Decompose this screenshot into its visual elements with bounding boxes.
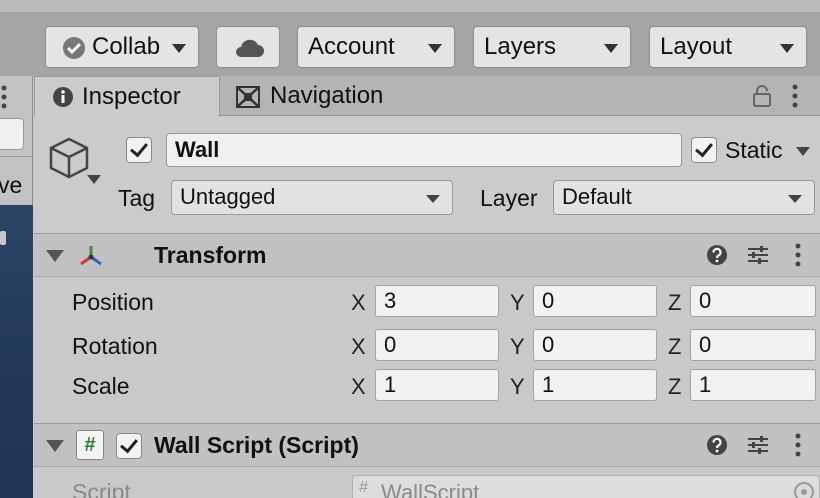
account-label: Account [308, 33, 395, 60]
axis-z-label: Z [668, 334, 682, 359]
axis-x-label: X [351, 374, 366, 399]
axis-x-label: X [351, 290, 366, 315]
scene-gizmo-fragment [0, 231, 6, 245]
rotation-z-input[interactable]: 0 [690, 329, 816, 361]
axis-z-label: Z [668, 290, 682, 315]
scene-view-edge[interactable] [0, 205, 33, 498]
gameobject-cube-icon[interactable] [46, 135, 92, 181]
script-hash-icon: # [76, 430, 104, 460]
tag-label: Tag [118, 185, 156, 211]
transform-axis-icon [80, 246, 102, 266]
tab-inspector-label: Inspector [82, 83, 181, 110]
scale-label: Scale [72, 373, 130, 399]
tab-inspector[interactable]: Inspector [34, 76, 220, 117]
axis-y-label: Y [510, 374, 525, 399]
presets-icon[interactable] [746, 433, 770, 457]
collab-check-icon [63, 37, 85, 59]
kebab-menu-icon[interactable] [0, 84, 10, 110]
layer-label: Layer [480, 185, 538, 211]
divider [0, 156, 33, 157]
axis-y-label: Y [510, 290, 525, 315]
main-toolbar: Collab Account Layers Layout [0, 0, 820, 76]
chevron-down-icon[interactable] [796, 147, 810, 156]
foldout-arrow-icon[interactable] [46, 440, 64, 452]
chevron-down-icon [172, 44, 186, 53]
left-panel-text: ve [0, 172, 23, 198]
cloud-icon [236, 39, 264, 57]
cloud-button[interactable] [216, 26, 280, 68]
axis-x-label: X [351, 334, 366, 359]
chevron-down-icon [604, 44, 618, 53]
rotation-y-input[interactable]: 0 [533, 329, 657, 361]
position-label: Position [72, 289, 154, 315]
script-field-value: WallScript [381, 480, 480, 498]
kebab-menu-icon[interactable] [793, 242, 803, 268]
lock-icon[interactable] [752, 84, 772, 108]
navigation-icon [236, 86, 260, 108]
presets-icon[interactable] [746, 243, 770, 267]
transform-header[interactable]: Transform [34, 233, 820, 277]
left-search-field[interactable] [0, 118, 24, 150]
position-z-input[interactable]: 0 [690, 285, 816, 317]
script-object-field: # WallScript [352, 475, 820, 498]
chevron-down-icon [788, 195, 802, 203]
tab-navigation[interactable]: Navigation [222, 76, 412, 116]
gameobject-header: Wall Static Tag Untagged Layer Default [34, 117, 820, 233]
chevron-down-icon [780, 44, 794, 53]
object-picker-icon[interactable] [793, 481, 815, 498]
transform-title: Transform [154, 242, 267, 268]
wall-script-header[interactable]: # Wall Script (Script) [34, 423, 820, 467]
rotation-x-input[interactable]: 0 [375, 329, 499, 361]
layout-label: Layout [660, 33, 733, 60]
help-icon[interactable] [706, 434, 728, 456]
layers-dropdown[interactable]: Layers [473, 26, 631, 68]
help-icon[interactable] [706, 244, 728, 266]
object-name-input[interactable]: Wall [166, 133, 682, 167]
transform-body: Position X 3 Y 0 Z 0 Rotation X 0 Y 0 Z … [34, 277, 820, 423]
scale-x-input[interactable]: 1 [375, 369, 499, 401]
scale-z-input[interactable]: 1 [690, 369, 816, 401]
script-file-icon: # [359, 479, 368, 496]
axis-z-label: Z [668, 374, 682, 399]
axis-y-label: Y [510, 334, 525, 359]
wall-script-body: Script # WallScript [34, 467, 820, 498]
chevron-down-icon[interactable] [87, 175, 101, 184]
kebab-menu-icon[interactable] [793, 432, 803, 458]
static-checkbox[interactable] [691, 137, 717, 163]
rotation-label: Rotation [72, 333, 158, 359]
collab-label: Collab [92, 33, 161, 60]
kebab-menu-icon[interactable] [790, 83, 800, 109]
chevron-down-icon [428, 44, 442, 53]
position-x-input[interactable]: 3 [375, 285, 499, 317]
script-field-label: Script [72, 479, 131, 498]
scale-y-input[interactable]: 1 [533, 369, 657, 401]
account-dropdown[interactable]: Account [297, 26, 455, 68]
tab-navigation-label: Navigation [270, 82, 384, 109]
layer-dropdown[interactable]: Default [553, 180, 815, 215]
layout-dropdown[interactable]: Layout [649, 26, 807, 68]
layer-value: Default [562, 184, 632, 209]
collab-button[interactable]: Collab [45, 26, 199, 68]
wall-script-title: Wall Script (Script) [154, 432, 359, 458]
position-y-input[interactable]: 0 [533, 285, 657, 317]
static-label[interactable]: Static [725, 135, 783, 165]
layers-label: Layers [484, 33, 557, 60]
info-icon [53, 87, 73, 107]
script-enabled-checkbox[interactable] [116, 433, 142, 459]
foldout-arrow-icon[interactable] [46, 250, 64, 262]
tag-value: Untagged [180, 184, 276, 209]
chevron-down-icon [426, 195, 440, 203]
active-checkbox[interactable] [126, 137, 152, 163]
tag-dropdown[interactable]: Untagged [171, 180, 453, 215]
